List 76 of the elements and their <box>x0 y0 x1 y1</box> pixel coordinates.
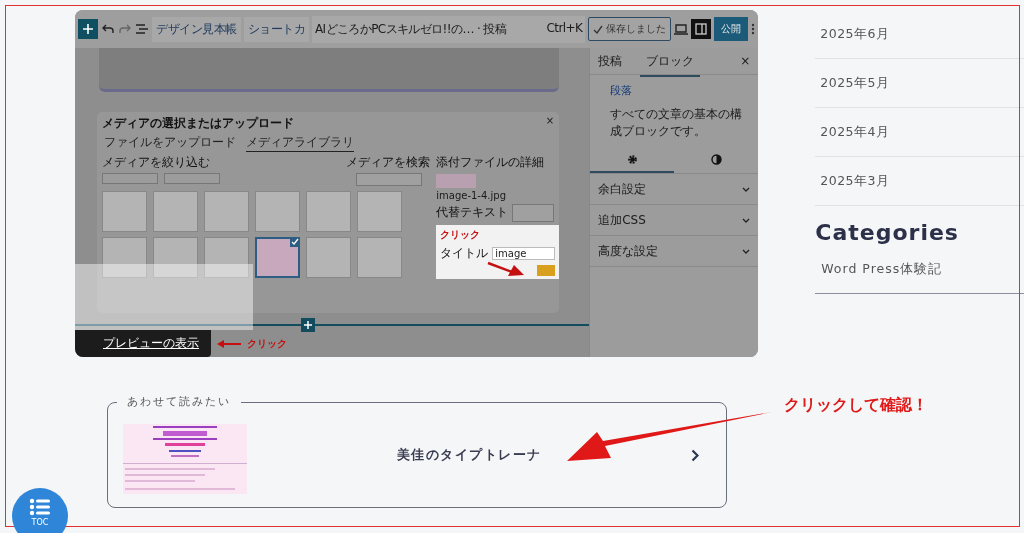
more-options-icon[interactable] <box>751 23 756 35</box>
media-thumbnail[interactable] <box>306 237 351 279</box>
click-annotation: クリック <box>440 228 482 243</box>
dialog-title: メディアの選択またはアップロード <box>102 115 294 133</box>
block-name: 段落 <box>610 83 634 98</box>
sidebar-toggle-icon[interactable] <box>691 19 712 39</box>
settings-panel[interactable]: 追加CSS <box>590 205 759 236</box>
media-thumbnail[interactable] <box>102 191 147 233</box>
archive-link[interactable]: 2025年5月 <box>815 59 1024 108</box>
block-description: すべての文章の基本の構成ブロックです。 <box>610 106 744 140</box>
save-button[interactable]: 保存しました <box>588 17 672 41</box>
contrast-icon <box>710 154 722 165</box>
laptop-icon[interactable] <box>674 23 689 35</box>
type-filter[interactable] <box>102 173 158 185</box>
select-button[interactable] <box>537 265 556 277</box>
document-title-bar[interactable]: AIどころかPCスキルゼロ!!の… · 投稿 Ctrl+K <box>312 15 586 43</box>
media-thumbnail[interactable] <box>357 237 402 279</box>
media-thumbnail[interactable] <box>153 237 198 279</box>
media-thumbnail[interactable] <box>255 237 300 279</box>
undo-icon[interactable] <box>101 23 115 35</box>
callout-annotation: クリックして確認！ <box>784 395 928 416</box>
arrow-annotation <box>217 339 241 348</box>
dialog-tab[interactable]: メディアライブラリ <box>246 134 354 153</box>
title-label: タイトル <box>440 245 489 263</box>
toc-button[interactable]: TOC <box>12 488 68 533</box>
click-annotation: クリック <box>247 336 287 351</box>
sidebar-tab[interactable]: ブロック <box>640 45 701 77</box>
close-icon[interactable]: × <box>545 115 555 133</box>
settings-panel[interactable]: 余白設定 <box>590 174 759 205</box>
list-icon <box>29 498 51 516</box>
sidebar-tab[interactable]: 投稿 <box>598 46 631 76</box>
settings-panel[interactable]: 高度な設定 <box>590 236 759 267</box>
list-view-icon[interactable] <box>135 23 149 35</box>
shortcut-key: Ctrl+K <box>546 20 583 38</box>
related-post-card[interactable]: あわせて読みたい 美佳のタイプトレーナ <box>107 394 727 508</box>
dialog-tab[interactable]: ファイルをアップロード <box>104 134 236 153</box>
publish-button[interactable]: 公開 <box>714 17 749 41</box>
archive-link[interactable]: 2025年4月 <box>815 108 1024 157</box>
add-block-icon[interactable] <box>78 19 98 39</box>
date-filter[interactable] <box>164 173 220 185</box>
search-label: メディアを検索 <box>346 154 431 172</box>
category-link[interactable]: Word Press体験記 <box>815 245 1024 294</box>
add-block-icon[interactable] <box>301 318 315 333</box>
alt-text-field[interactable] <box>512 204 555 223</box>
chevron-down-icon <box>742 217 751 223</box>
details-heading: 添付ファイルの詳細 <box>436 154 546 172</box>
media-thumbnail[interactable] <box>204 237 249 279</box>
file-name: image-1-4.jpg <box>436 190 506 202</box>
chevron-right-icon <box>691 448 699 462</box>
media-thumbnail[interactable] <box>255 191 300 233</box>
file-preview <box>436 174 477 189</box>
media-thumbnail[interactable] <box>204 191 249 233</box>
archive-link[interactable]: 2025年6月 <box>815 10 1024 59</box>
media-thumbnail[interactable] <box>153 191 198 233</box>
preview-tooltip: プレビューの表示 <box>75 330 211 357</box>
archive-link[interactable]: 2025年3月 <box>815 157 1024 206</box>
document-title: AIどころかPCスキルゼロ!!の… · 投稿 <box>315 20 507 38</box>
media-thumbnail[interactable] <box>102 237 147 279</box>
shortcut-button[interactable]: ショートカ <box>243 16 309 42</box>
related-post-title: 美佳のタイプトレーナ <box>395 446 543 464</box>
design-button[interactable]: デザイン見本帳 <box>152 16 241 42</box>
categories-heading: Categories <box>815 220 960 245</box>
alt-text-label: 代替テキスト <box>436 204 509 222</box>
search-field[interactable] <box>356 173 423 187</box>
filter-label: メディアを絞り込む <box>102 154 210 172</box>
related-heading: あわせて読みたい <box>117 394 241 409</box>
gear-icon <box>626 154 638 165</box>
close-icon[interactable]: × <box>740 54 751 68</box>
title-field[interactable]: image <box>492 247 556 261</box>
chevron-down-icon <box>742 248 751 254</box>
media-thumbnail[interactable] <box>306 191 351 233</box>
media-thumbnail[interactable] <box>357 191 402 233</box>
check-icon <box>290 237 300 248</box>
chevron-down-icon <box>742 186 751 192</box>
arrow-annotation <box>486 261 527 278</box>
checkmark-icon <box>593 24 604 34</box>
